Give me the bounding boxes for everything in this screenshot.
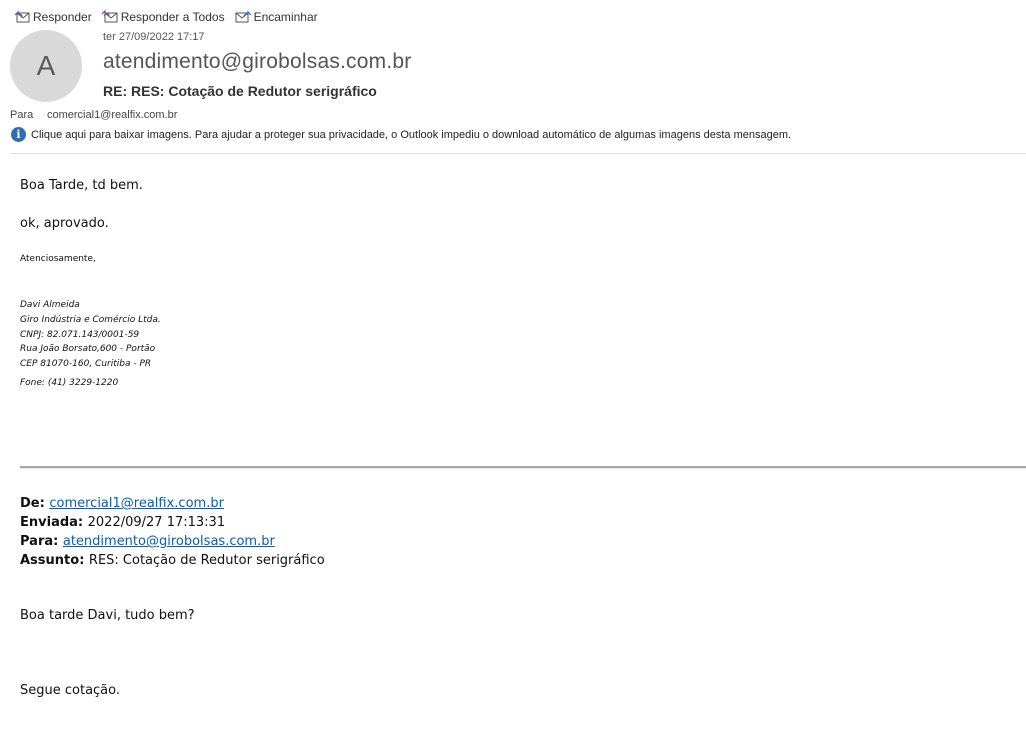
signature-phone: Fone: (41) 3229-1220 [20, 377, 119, 388]
signature-address: Rua João Borsato,600 - Portão [20, 344, 156, 355]
quoted-to-row: Para: atendimento@girobolsas.com.br [20, 532, 325, 551]
message-toolbar: Responder Responder a Todos Encaminhar [14, 8, 328, 26]
quoted-from-row: De: comercial1@realfix.com.br [20, 494, 325, 513]
signature-company: Giro Indústria e Comércio Ltda. [20, 314, 161, 325]
quoted-subject-value: RES: Cotação de Redutor serigráfico [88, 553, 325, 568]
info-icon: i [11, 127, 26, 142]
blocked-images-infobar[interactable]: i Clique aqui para baixar imagens. Para … [11, 127, 791, 142]
quoted-line2: Segue cotação. [20, 683, 121, 698]
reply-all-button[interactable]: Responder a Todos [101, 9, 225, 26]
quoted-subject-label: Assunto: [20, 553, 89, 568]
quoted-sent-value: 2022/09/27 17:13:31 [87, 515, 226, 530]
body-message: ok, aprovado. [20, 216, 109, 231]
quoted-to-label: Para: [20, 534, 63, 549]
reply-button[interactable]: Responder [14, 9, 92, 26]
sender-avatar: A [10, 30, 82, 102]
forward-envelope-icon [235, 9, 254, 26]
reply-all-label: Responder a Todos [120, 10, 225, 24]
message-date: ter 27/09/2022 17:17 [103, 31, 205, 43]
signature-block: Davi Almeida Giro Indústria e Comércio L… [20, 298, 161, 391]
signature-cep: CEP 81070-160, Curitiba - PR [20, 359, 152, 370]
to-recipient[interactable]: comercial1@realfix.com.br [47, 109, 177, 121]
sender-address[interactable]: atendimento@girobolsas.com.br [103, 50, 411, 74]
body-closing: Atenciosamente, [20, 254, 96, 264]
forward-button[interactable]: Encaminhar [235, 9, 318, 26]
quoted-to-link[interactable]: atendimento@girobolsas.com.br [63, 534, 275, 549]
message-subject: RE: RES: Cotação de Redutor serigráfico [103, 83, 377, 99]
reply-all-envelope-icon [101, 9, 121, 26]
recipients-row: Para comercial1@realfix.com.br [10, 109, 177, 121]
quoted-from-label: De: [20, 496, 50, 511]
quoted-subject-row: Assunto: RES: Cotação de Redutor serigrá… [20, 551, 325, 570]
forward-label: Encaminhar [253, 10, 318, 24]
body-greeting: Boa Tarde, td bem. [20, 178, 143, 193]
quoted-sent-label: Enviada: [20, 515, 88, 530]
to-label: Para [10, 109, 34, 121]
signature-cnpj: CNPJ: 82.071.143/0001-59 [20, 329, 140, 340]
quote-divider [20, 466, 1026, 469]
header-divider [10, 153, 1026, 154]
quoted-header: De: comercial1@realfix.com.br Enviada: 2… [20, 494, 325, 570]
quoted-greeting: Boa tarde Davi, tudo bem? [20, 608, 195, 623]
quoted-from-link[interactable]: comercial1@realfix.com.br [49, 496, 224, 511]
blocked-images-text: Clique aqui para baixar imagens. Para aj… [31, 128, 792, 141]
reply-envelope-icon [14, 9, 33, 26]
quoted-sent-row: Enviada: 2022/09/27 17:13:31 [20, 513, 325, 532]
signature-name: Davi Almeida [20, 300, 80, 310]
reply-label: Responder [33, 10, 92, 24]
